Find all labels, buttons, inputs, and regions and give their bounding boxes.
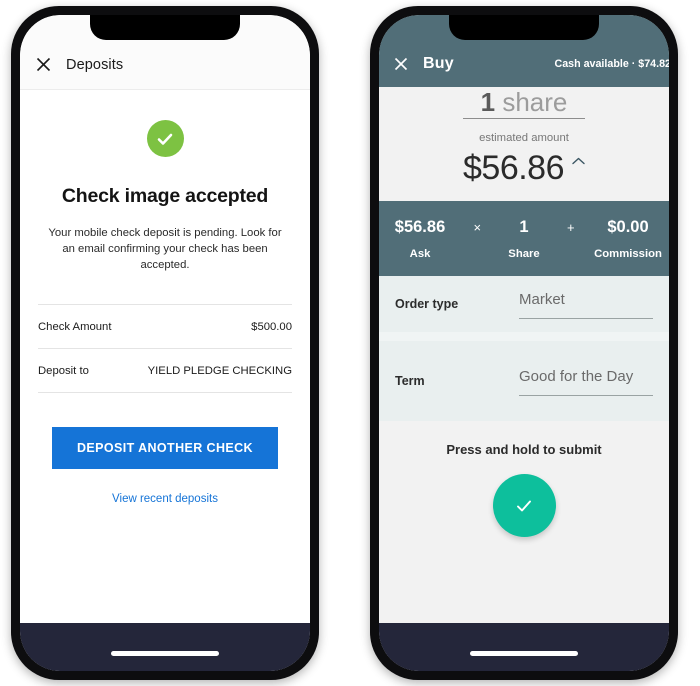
calculation-labels-row: Ask × Share + Commission <box>379 246 669 261</box>
ask-label: Ask <box>409 247 431 260</box>
share-quantity-input[interactable]: 1 share <box>379 87 669 113</box>
success-message: Your mobile check deposit is pending. Lo… <box>48 227 282 271</box>
screen-buy-order: Buy Cash available · $74.82 1 share esti… <box>379 15 669 671</box>
success-check-circle-icon <box>146 120 184 157</box>
page-title: Deposits <box>66 56 124 73</box>
term-label: Term <box>395 374 425 388</box>
success-title: Check image accepted <box>61 185 269 207</box>
close-x-icon[interactable] <box>20 57 66 72</box>
spacer: × <box>461 246 493 261</box>
close-x-icon[interactable] <box>379 57 423 71</box>
phone-device-buy: Buy Cash available · $74.82 1 share esti… <box>370 6 678 680</box>
system-navigation-bar-right <box>379 623 669 671</box>
check-mark-icon <box>517 500 531 511</box>
divider <box>38 392 292 393</box>
order-fields-panel: Order type Market Term Good for the Day <box>379 276 669 421</box>
cash-available-value: $74.82 <box>638 57 669 70</box>
phone-notch-left <box>90 15 240 40</box>
cash-available-label: Cash available <box>554 57 629 70</box>
amount-panel: 1 share estimated amount $56.86 <box>379 87 669 201</box>
submit-panel: Press and hold to submit <box>379 421 669 623</box>
term-field[interactable]: Term Good for the Day <box>379 341 669 421</box>
table-row: Deposit to YIELD PLEDGE CHECKING <box>38 349 292 392</box>
cash-available-status: Cash available · $74.82 <box>555 58 670 70</box>
spacer: + <box>555 246 587 261</box>
deposit-details-list: Check Amount $500.00 Deposit to YIELD PL… <box>38 304 292 393</box>
field-separator <box>379 332 669 341</box>
commission-label: Commission <box>594 247 662 260</box>
share-label: Share <box>508 247 540 260</box>
screen-deposits: Deposits Check image accepted Your mobil… <box>20 15 310 671</box>
detail-value: $500.00 <box>251 320 292 333</box>
view-recent-deposits-link[interactable]: View recent deposits <box>38 493 292 505</box>
detail-key: Check Amount <box>38 320 112 333</box>
share-count-value: 1 <box>519 218 529 236</box>
plus-operator-icon: + <box>566 220 575 235</box>
phone-bezel-right: Buy Cash available · $74.82 1 share esti… <box>379 15 669 671</box>
success-icon-wrap <box>38 120 292 157</box>
order-type-label: Order type <box>395 297 459 311</box>
home-indicator[interactable] <box>470 651 578 656</box>
calculation-values-row: $56.86 × 1 + $0.00 <box>379 218 669 237</box>
multiply-operator-icon: × <box>473 220 482 235</box>
table-row: Check Amount $500.00 <box>38 305 292 348</box>
screenshot-stage: Deposits Check image accepted Your mobil… <box>0 0 700 686</box>
order-type-value: Market <box>519 291 565 308</box>
detail-key: Deposit to <box>38 364 89 377</box>
page-title: Buy <box>423 54 454 72</box>
phone-bezel-left: Deposits Check image accepted Your mobil… <box>20 15 310 671</box>
phone-notch-right <box>449 15 599 40</box>
estimated-amount-row[interactable]: $56.86 <box>379 148 669 188</box>
term-value: Good for the Day <box>519 368 634 385</box>
cash-separator: · <box>631 57 636 70</box>
estimated-amount-label: estimated amount <box>479 132 569 144</box>
order-type-field[interactable]: Order type Market <box>379 276 669 332</box>
deposit-another-check-button[interactable]: DEPOSIT ANOTHER CHECK <box>52 427 278 469</box>
share-input-underline <box>463 118 585 119</box>
estimated-amount-value: $56.86 <box>463 149 565 187</box>
order-calculation-strip: $56.86 × 1 + $0.00 Ask × Share + Commiss… <box>379 201 669 276</box>
commission-value: $0.00 <box>607 218 649 236</box>
phone-device-deposits: Deposits Check image accepted Your mobil… <box>11 6 319 680</box>
press-and-hold-submit-button[interactable] <box>492 474 556 537</box>
share-quantity-unit: share <box>502 87 568 113</box>
home-indicator[interactable] <box>111 651 219 656</box>
deposits-body: Check image accepted Your mobile check d… <box>20 90 310 623</box>
submit-hint-text: Press and hold to submit <box>446 442 602 457</box>
system-navigation-bar-left <box>20 623 310 671</box>
ask-value: $56.86 <box>394 218 446 236</box>
order-type-value-wrap[interactable]: Market <box>519 289 653 319</box>
term-value-wrap[interactable]: Good for the Day <box>519 366 653 396</box>
detail-value: YIELD PLEDGE CHECKING <box>147 364 292 377</box>
chevron-up-icon[interactable] <box>572 141 585 181</box>
share-quantity-value: 1 <box>480 87 496 113</box>
